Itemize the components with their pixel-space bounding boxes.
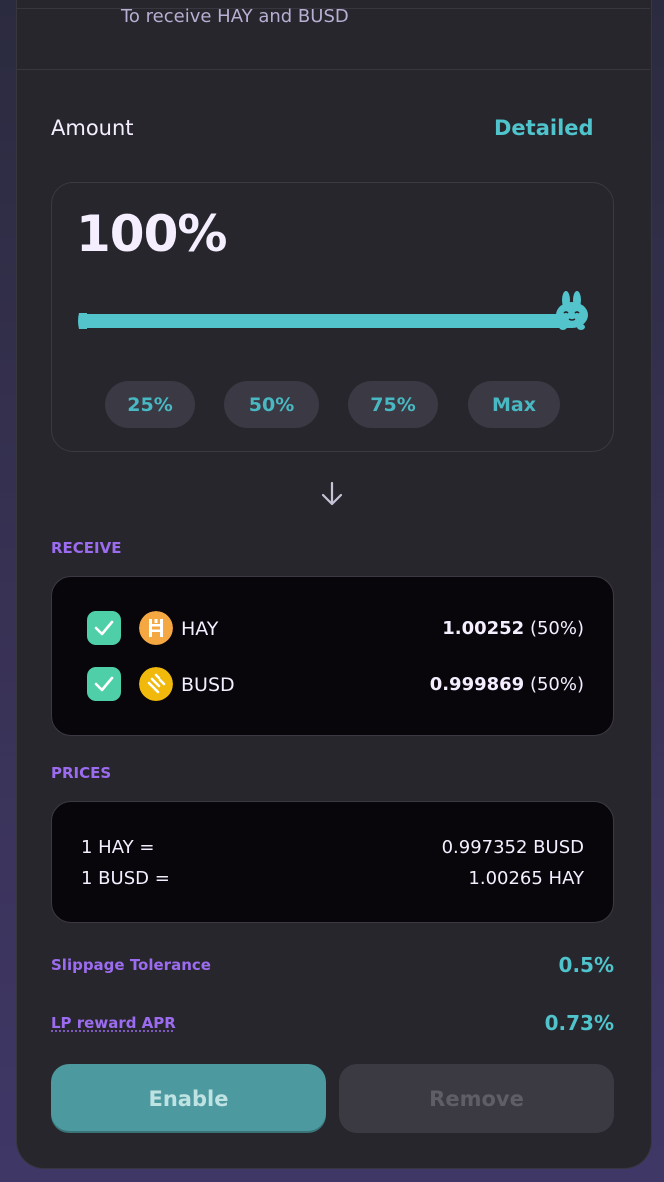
receive-label: RECEIVE xyxy=(51,539,122,557)
busd-token-name: BUSD xyxy=(181,674,235,696)
price-busd-label: 1 BUSD = xyxy=(81,868,170,889)
slippage-tolerance-label[interactable]: Slippage Tolerance xyxy=(51,956,211,974)
lp-reward-apr-value: 0.73% xyxy=(544,1011,614,1035)
busd-checkbox[interactable] xyxy=(87,667,121,701)
card-subtitle: To receive HAY and BUSD xyxy=(121,6,349,27)
busd-amount-share: (50%) xyxy=(529,674,584,695)
check-icon xyxy=(94,676,114,692)
price-hay-value: 0.997352 BUSD xyxy=(441,837,584,858)
quick-50-button[interactable]: 50% xyxy=(224,381,319,428)
quick-max-button[interactable]: Max xyxy=(468,381,560,428)
header-divider xyxy=(16,69,650,70)
prices-box xyxy=(51,801,614,923)
price-hay-label: 1 HAY = xyxy=(81,837,155,858)
receive-box xyxy=(51,576,614,736)
busd-amount: 0.999869 (50%) xyxy=(430,674,584,695)
check-icon xyxy=(94,620,114,636)
hay-coin-icon xyxy=(139,611,173,645)
busd-amount-value: 0.999869 xyxy=(429,674,525,695)
hay-token-name: HAY xyxy=(181,618,219,640)
amount-label: Amount xyxy=(51,116,134,140)
hay-amount-value: 1.00252 xyxy=(442,618,525,639)
arrow-down-icon xyxy=(321,481,343,506)
hay-amount-share: (50%) xyxy=(529,618,584,639)
hay-amount: 1.00252 (50%) xyxy=(442,618,584,639)
amount-slider[interactable] xyxy=(80,314,576,328)
enable-button[interactable]: Enable xyxy=(51,1064,326,1133)
bunny-slider-thumb-icon[interactable] xyxy=(555,290,589,332)
prices-label: PRICES xyxy=(51,764,112,782)
percent-display: 100% xyxy=(76,205,227,263)
price-busd-value: 1.00265 HAY xyxy=(468,868,584,889)
remove-button[interactable]: Remove xyxy=(339,1064,614,1133)
slippage-tolerance-value: 0.5% xyxy=(558,953,614,977)
detailed-link[interactable]: Detailed xyxy=(494,116,594,140)
lp-reward-apr-label[interactable]: LP reward APR xyxy=(51,1014,176,1032)
quick-25-button[interactable]: 25% xyxy=(105,381,195,428)
hay-checkbox[interactable] xyxy=(87,611,121,645)
slider-start-cap xyxy=(78,313,87,329)
busd-coin-icon xyxy=(139,667,173,701)
quick-75-button[interactable]: 75% xyxy=(348,381,438,428)
